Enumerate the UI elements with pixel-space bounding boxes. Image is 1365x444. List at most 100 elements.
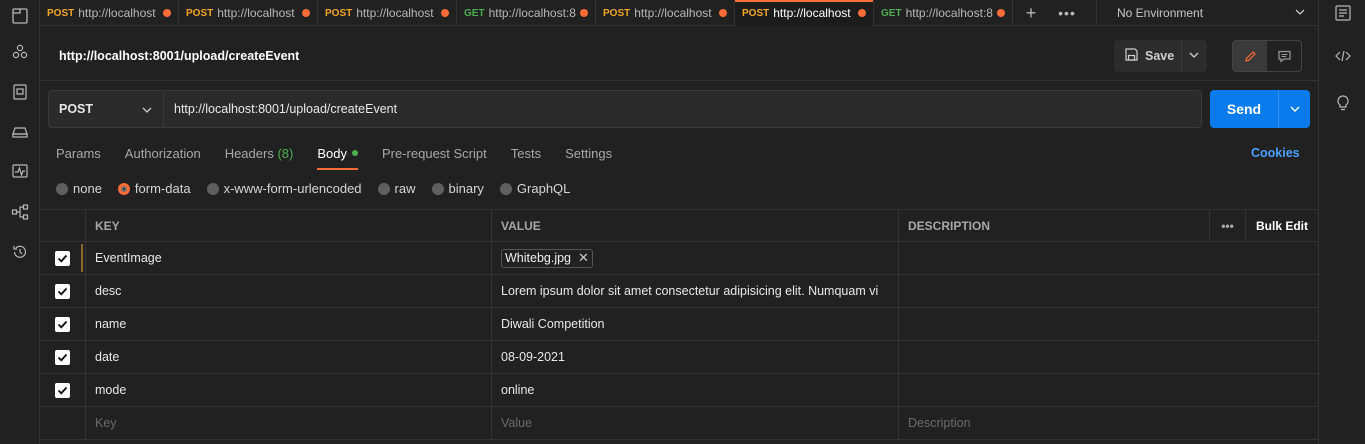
tab-label: Headers <box>224 146 274 161</box>
request-tab-active[interactable]: POST http://localhost <box>735 0 874 26</box>
tab-params[interactable]: Params <box>56 146 101 168</box>
column-header-value: VALUE <box>491 210 898 242</box>
key-field[interactable]: EventImage <box>85 242 491 274</box>
new-tab-button[interactable]: + <box>1013 0 1049 26</box>
radio-label: GraphQL <box>516 181 571 196</box>
tab-method: POST <box>186 7 214 19</box>
row-checkbox[interactable] <box>40 341 85 373</box>
send-label: Send <box>1226 101 1262 117</box>
key-field[interactable]: date <box>85 341 491 373</box>
right-sidebar <box>1318 0 1365 444</box>
tab-label: Tests <box>510 146 542 161</box>
checkmark-icon <box>55 349 70 365</box>
save-button[interactable]: Save <box>1114 40 1207 72</box>
divider <box>1181 40 1182 72</box>
tab-body[interactable]: Body <box>317 146 358 170</box>
code-icon[interactable] <box>1331 44 1355 68</box>
row-drag-handle[interactable] <box>81 244 83 272</box>
description-field[interactable] <box>898 308 1318 340</box>
table-row: name Diwali Competition <box>40 308 1318 341</box>
new-key-input[interactable]: Key <box>85 407 491 439</box>
cookies-link[interactable]: Cookies <box>1251 146 1300 160</box>
chevron-down-icon[interactable] <box>1188 49 1200 64</box>
tab-label: Body <box>317 146 347 161</box>
tab-settings[interactable]: Settings <box>565 146 612 168</box>
url-input[interactable]: http://localhost:8001/upload/createEvent <box>164 90 1202 128</box>
new-value-input[interactable]: Value <box>491 407 898 439</box>
description-field[interactable] <box>898 374 1318 406</box>
tab-method: POST <box>603 7 631 19</box>
table-row: desc Lorem ipsum dolor sit amet consecte… <box>40 275 1318 308</box>
tab-authorization[interactable]: Authorization <box>125 146 201 168</box>
radio-urlencoded[interactable]: x-www-form-urlencoded <box>206 181 362 196</box>
lightbulb-icon[interactable] <box>1331 91 1355 115</box>
tab-url: http://localhost:8 <box>488 6 576 20</box>
radio-none[interactable]: none <box>56 181 102 196</box>
request-tab[interactable]: POST http://localhost <box>40 0 179 26</box>
radio-form-data[interactable]: form-data <box>117 181 191 196</box>
close-icon[interactable]: ✕ <box>578 250 589 266</box>
value-field[interactable]: 08-09-2021 <box>491 341 898 373</box>
apis-icon[interactable] <box>8 40 32 64</box>
tab-pre-request-script[interactable]: Pre-request Script <box>382 146 487 168</box>
more-options-button[interactable]: ••• <box>1209 210 1245 242</box>
key-field[interactable]: mode <box>85 374 491 406</box>
column-header-description: DESCRIPTION <box>898 210 1209 242</box>
checkmark-icon <box>55 283 70 299</box>
radio-binary[interactable]: binary <box>431 181 484 196</box>
method-select[interactable]: POST <box>48 90 164 128</box>
key-field[interactable]: desc <box>85 275 491 307</box>
radio-graphql[interactable]: GraphQL <box>499 181 571 196</box>
request-title[interactable]: http://localhost:8001/upload/createEvent <box>59 49 299 63</box>
tab-tests[interactable]: Tests <box>511 146 541 168</box>
value-field[interactable]: online <box>491 374 898 406</box>
unsaved-dot-icon <box>163 9 171 17</box>
value-field[interactable]: Diwali Competition <box>491 308 898 340</box>
send-button[interactable]: Send <box>1210 90 1310 128</box>
request-tab[interactable]: POST http://localhost <box>179 0 318 26</box>
request-tab[interactable]: POST http://localhost <box>596 0 735 26</box>
row-checkbox[interactable] <box>40 275 85 307</box>
monitors-icon[interactable] <box>8 159 32 183</box>
save-label: Save <box>1145 49 1175 63</box>
flows-icon[interactable] <box>8 200 32 224</box>
row-checkbox[interactable] <box>40 374 85 406</box>
tab-headers[interactable]: Headers (8) <box>225 146 294 168</box>
environment-select[interactable]: No Environment <box>1096 0 1318 26</box>
checkmark-icon <box>55 316 70 332</box>
description-field[interactable] <box>898 242 1318 274</box>
divider <box>40 80 1318 81</box>
request-tab[interactable]: GET http://localhost:8 <box>457 0 596 26</box>
form-data-table: KEY VALUE DESCRIPTION ••• Bulk Edit Even… <box>40 209 1318 440</box>
value-field[interactable]: Whitebg.jpg ✕ <box>491 242 898 274</box>
environment-quick-look-icon[interactable] <box>1331 1 1355 25</box>
history-icon[interactable] <box>8 240 32 264</box>
key-field[interactable]: name <box>85 308 491 340</box>
plus-icon: + <box>1025 2 1037 23</box>
chevron-down-icon[interactable] <box>1279 103 1310 115</box>
file-chip: Whitebg.jpg ✕ <box>501 248 593 268</box>
edit-mode-button[interactable] <box>1233 41 1267 71</box>
value-field[interactable]: Lorem ipsum dolor sit amet consectetur a… <box>491 275 898 307</box>
unsaved-dot-icon <box>302 9 310 17</box>
description-field[interactable] <box>898 275 1318 307</box>
radio-icon <box>206 182 219 195</box>
radio-raw[interactable]: raw <box>377 181 416 196</box>
description-field[interactable] <box>898 341 1318 373</box>
request-tab[interactable]: POST http://localhost <box>318 0 457 26</box>
mock-servers-icon[interactable] <box>8 119 32 143</box>
new-description-input[interactable]: Description <box>898 407 1318 439</box>
tab-more-button[interactable]: ••• <box>1049 0 1085 26</box>
table-header-row: KEY VALUE DESCRIPTION ••• Bulk Edit <box>40 209 1318 242</box>
tab-url: http://localhost <box>217 6 295 20</box>
new-window-icon[interactable] <box>8 4 32 28</box>
row-checkbox[interactable] <box>40 242 85 274</box>
radio-icon <box>431 182 444 195</box>
comments-button[interactable] <box>1267 41 1301 71</box>
request-tab[interactable]: GET http://localhost:8 <box>874 0 1013 26</box>
comment-icon <box>1277 50 1291 63</box>
row-checkbox[interactable] <box>40 308 85 340</box>
environments-icon[interactable] <box>8 80 32 104</box>
unsaved-dot-icon <box>719 9 727 17</box>
bulk-edit-button[interactable]: Bulk Edit <box>1245 210 1318 242</box>
